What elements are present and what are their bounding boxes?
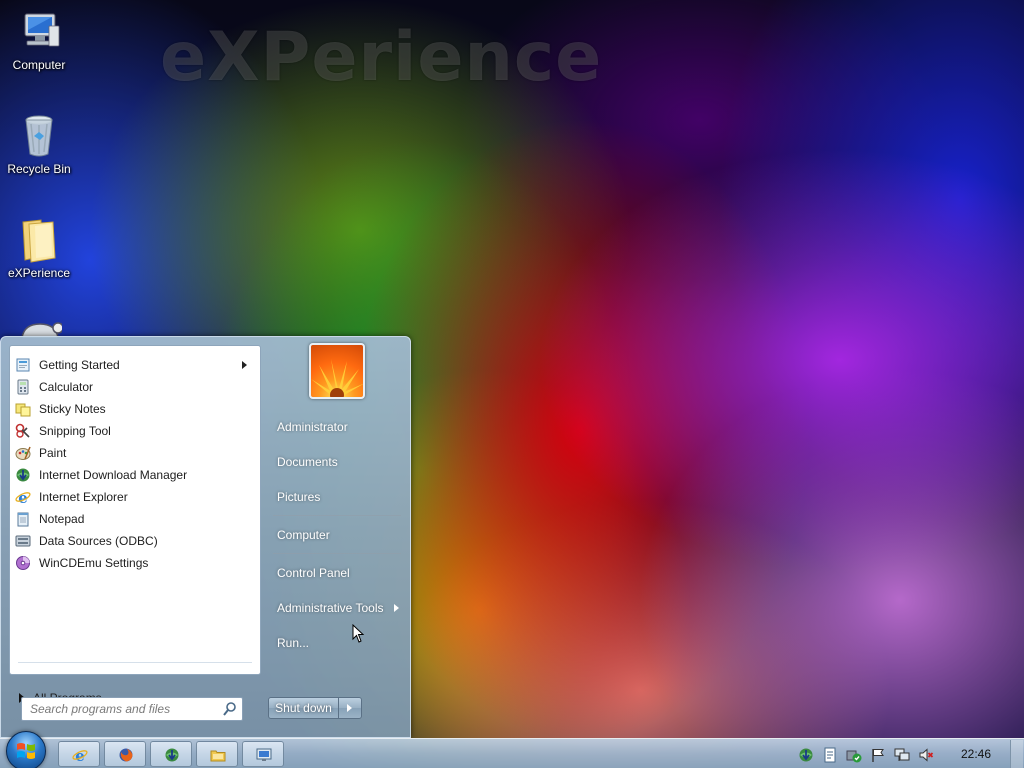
sticky-notes-icon: [15, 401, 31, 417]
search-area: [9, 697, 261, 739]
internet-explorer-icon: e: [15, 489, 31, 507]
search-icon[interactable]: [222, 701, 238, 717]
wincdemu-icon: [15, 555, 31, 571]
odbc-icon: [15, 533, 31, 549]
program-internet-download-manager[interactable]: Internet Download Manager: [13, 464, 257, 486]
program-sticky-notes[interactable]: Sticky Notes: [13, 398, 257, 420]
desktop-icon-recycle-bin[interactable]: Recycle Bin: [0, 112, 78, 176]
program-notepad[interactable]: Notepad: [13, 508, 257, 530]
right-item-label: Documents: [277, 455, 338, 469]
submenu-arrow-icon: [242, 361, 247, 369]
program-label: Sticky Notes: [39, 402, 106, 416]
taskbar-internet-explorer[interactable]: e: [58, 741, 100, 767]
submenu-arrow-icon: [394, 604, 399, 612]
windows-logo-icon: [17, 743, 35, 759]
start-menu-control-panel[interactable]: Control Panel: [271, 560, 405, 586]
idm-tray-icon[interactable]: [798, 747, 814, 763]
program-internet-explorer[interactable]: e Internet Explorer: [13, 486, 257, 508]
shutdown-button[interactable]: Shut down: [269, 698, 339, 718]
getting-started-icon: [15, 357, 31, 373]
program-label: Snipping Tool: [39, 424, 111, 438]
snipping-tool-icon: [15, 423, 31, 439]
idm-icon: [15, 467, 31, 483]
start-menu: Getting Started Calculator Sticky Notes …: [0, 336, 411, 738]
taskbar-remote-desktop[interactable]: [242, 741, 284, 767]
program-data-sources-odbc[interactable]: Data Sources (ODBC): [13, 530, 257, 552]
start-menu-computer[interactable]: Computer: [271, 522, 405, 548]
folder-icon: [15, 216, 63, 264]
action-center-flag-icon[interactable]: [870, 747, 886, 763]
system-clock[interactable]: 22:46: [954, 747, 998, 761]
divider: [273, 515, 401, 516]
paint-icon: [15, 445, 31, 461]
firefox-icon: [118, 747, 134, 763]
start-menu-run[interactable]: Run...: [271, 630, 405, 656]
desktop-icon-experience-folder[interactable]: eXPerience: [0, 216, 78, 280]
divider: [18, 662, 252, 663]
program-calculator[interactable]: Calculator: [13, 376, 257, 398]
security-tray-icon[interactable]: [846, 747, 862, 763]
desktop-icon-computer[interactable]: Computer: [0, 8, 78, 72]
start-menu-administrative-tools[interactable]: Administrative Tools: [271, 595, 405, 621]
program-label: Paint: [39, 446, 67, 460]
right-item-label: Computer: [277, 528, 330, 542]
user-picture[interactable]: [309, 343, 365, 399]
start-menu-programs-pane: Getting Started Calculator Sticky Notes …: [9, 345, 261, 675]
taskbar: e 22:46: [0, 731, 1024, 768]
desktop-icon-label: Recycle Bin: [7, 162, 71, 176]
computer-icon: [15, 8, 63, 56]
start-menu-documents[interactable]: Documents: [271, 449, 405, 475]
taskbar-internet-download-manager[interactable]: [150, 741, 192, 767]
notepad-icon: [15, 511, 31, 527]
explorer-folder-icon: [210, 747, 226, 763]
right-item-label: Administrator: [277, 420, 348, 434]
mouse-cursor-icon: [352, 623, 366, 644]
svg-text:e: e: [18, 489, 28, 505]
search-box: [21, 697, 243, 721]
start-menu-administrator[interactable]: Administrator: [271, 414, 405, 440]
svg-text:e: e: [75, 747, 85, 763]
flower-picture-icon: [311, 359, 363, 397]
search-input[interactable]: [30, 700, 222, 718]
program-label: Notepad: [39, 512, 85, 526]
recycle-bin-icon: [15, 112, 63, 160]
right-item-label: Pictures: [277, 490, 321, 504]
remote-desktop-icon: [256, 747, 272, 763]
desktop-icon-label: eXPerience: [7, 266, 71, 280]
program-label: Data Sources (ODBC): [39, 534, 158, 548]
taskbar-firefox[interactable]: [104, 741, 146, 767]
program-label: Getting Started: [39, 358, 120, 372]
program-snipping-tool[interactable]: Snipping Tool: [13, 420, 257, 442]
volume-muted-icon[interactable]: [918, 747, 934, 763]
shutdown-button-group: Shut down: [268, 697, 362, 719]
idm-icon: [164, 747, 180, 763]
program-label: Internet Download Manager: [39, 468, 188, 482]
program-wincdemu-settings[interactable]: WinCDEmu Settings: [13, 552, 257, 574]
start-button[interactable]: [6, 731, 46, 768]
program-paint[interactable]: Paint: [13, 442, 257, 464]
calculator-icon: [15, 379, 31, 395]
start-menu-pictures[interactable]: Pictures: [271, 484, 405, 510]
right-item-label: Control Panel: [277, 566, 350, 580]
desktop-icon-label: Computer: [12, 58, 66, 72]
program-label: WinCDEmu Settings: [39, 556, 149, 570]
document-tray-icon[interactable]: [822, 747, 838, 763]
program-label: Internet Explorer: [39, 490, 128, 504]
program-label: Calculator: [39, 380, 94, 394]
wallpaper-brand-text: eXPerience: [160, 18, 603, 97]
shutdown-options-arrow-icon[interactable]: [339, 698, 361, 718]
right-item-label: Administrative Tools: [277, 601, 384, 615]
show-desktop-button[interactable]: [1010, 740, 1023, 768]
right-item-label: Run...: [277, 636, 310, 650]
taskbar-windows-explorer[interactable]: [196, 741, 238, 767]
internet-explorer-icon: e: [72, 747, 88, 765]
program-getting-started[interactable]: Getting Started: [13, 354, 257, 376]
network-icon[interactable]: [894, 747, 910, 763]
divider: [273, 553, 401, 554]
